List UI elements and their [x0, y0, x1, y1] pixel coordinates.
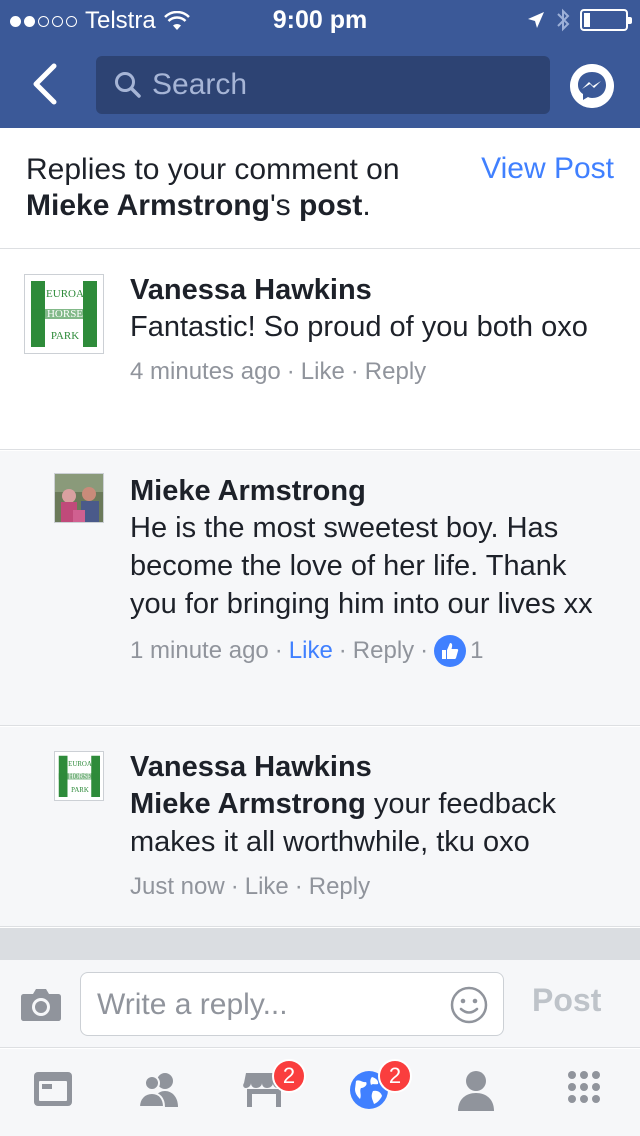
- post-author-link[interactable]: Mieke Armstrong: [26, 189, 270, 222]
- comment-timestamp: 1 minute ago: [130, 637, 269, 664]
- battery-icon: [580, 9, 632, 31]
- replies-header: Replies to your comment on Mieke Armstro…: [0, 128, 640, 249]
- avatar[interactable]: EUROA HORSE PARK: [54, 751, 104, 801]
- top-bar: Telstra 9:00 pm: [0, 0, 640, 128]
- tab-more[interactable]: [566, 1069, 616, 1119]
- reply-box[interactable]: [80, 972, 504, 1036]
- like-count: 1: [470, 637, 484, 664]
- reply-input[interactable]: [97, 983, 437, 1027]
- comment-timestamp: 4 minutes ago: [130, 358, 281, 385]
- marketplace-badge: 2: [272, 1059, 306, 1093]
- search-bar[interactable]: [96, 56, 550, 114]
- header-text: Replies to your comment on Mieke Armstro…: [26, 153, 400, 222]
- commenter-name[interactable]: Vanessa Hawkins: [130, 749, 620, 785]
- tab-bar: 2 2: [0, 1049, 640, 1136]
- like-button[interactable]: Like: [245, 873, 289, 901]
- tab-marketplace[interactable]: 2: [242, 1059, 306, 1119]
- tab-news-feed[interactable]: [32, 1069, 82, 1119]
- svg-text:HORSE: HORSE: [47, 308, 83, 320]
- menu-grid-icon: [568, 1071, 600, 1103]
- comment-meta: 4 minutes ago · Like · Reply: [130, 358, 427, 386]
- comment-timestamp: Just now: [130, 873, 225, 900]
- svg-text:EUROA: EUROA: [46, 288, 84, 300]
- friends-icon: [137, 1073, 178, 1108]
- thumbs-up-icon[interactable]: [434, 635, 467, 667]
- svg-text:PARK: PARK: [71, 787, 89, 794]
- comment-text: Fantastic! So proud of you both oxo: [130, 311, 588, 343]
- like-button[interactable]: Like: [301, 358, 345, 386]
- avatar[interactable]: [54, 473, 104, 523]
- status-bar: Telstra 9:00 pm: [0, 0, 640, 40]
- comment-meta: 1 minute ago · Like · Reply · 1: [130, 635, 620, 667]
- tab-friends[interactable]: [136, 1069, 186, 1119]
- emoji-icon[interactable]: [449, 985, 489, 1025]
- tab-profile[interactable]: [456, 1069, 506, 1119]
- location-arrow-icon: [528, 12, 544, 28]
- comment-text: Mieke Armstrong your feedback makes it a…: [130, 788, 557, 858]
- svg-text:HORSE: HORSE: [69, 773, 92, 780]
- svg-text:EUROA: EUROA: [68, 761, 92, 768]
- notifications-badge: 2: [378, 1059, 412, 1093]
- post-button[interactable]: Post: [532, 982, 601, 1019]
- profile-photo: [55, 474, 103, 522]
- reply-button[interactable]: Reply: [353, 637, 414, 665]
- comment-meta: Just now · Like · Reply: [130, 873, 371, 901]
- news-feed-icon: [34, 1072, 72, 1106]
- reply-composer: Post: [0, 960, 640, 1048]
- section-divider: [0, 928, 640, 960]
- commenter-name[interactable]: Vanessa Hawkins: [130, 272, 620, 308]
- search-icon: [115, 72, 141, 98]
- like-button[interactable]: Like: [289, 637, 333, 665]
- reply-button[interactable]: Reply: [365, 358, 426, 386]
- reply-button[interactable]: Reply: [309, 873, 370, 901]
- messenger-icon[interactable]: [570, 64, 614, 108]
- comment-item: EUROA HORSE PARK Vanessa Hawkins Fantast…: [0, 250, 640, 450]
- avatar[interactable]: EUROA HORSE PARK: [24, 274, 104, 354]
- mention-link[interactable]: Mieke Armstrong: [130, 788, 366, 820]
- tab-notifications[interactable]: 2: [348, 1059, 412, 1119]
- back-arrow-icon[interactable]: [28, 62, 64, 106]
- commenter-name[interactable]: Mieke Armstrong: [130, 473, 620, 509]
- comment-item: Mieke Armstrong He is the most sweetest …: [0, 451, 640, 726]
- comment-item: EUROA HORSE PARK Vanessa Hawkins Mieke A…: [0, 727, 640, 927]
- svg-text:PARK: PARK: [51, 330, 79, 342]
- search-input[interactable]: [152, 68, 532, 102]
- camera-icon[interactable]: [20, 984, 62, 1024]
- profile-icon: [458, 1071, 494, 1111]
- bluetooth-icon: [557, 8, 570, 32]
- comment-text: He is the most sweetest boy. Has become …: [130, 512, 593, 620]
- euroa-horse-park-logo: EUROA HORSE PARK: [58, 755, 100, 797]
- view-post-link[interactable]: View Post: [481, 152, 614, 186]
- euroa-horse-park-logo: EUROA HORSE PARK: [31, 281, 97, 347]
